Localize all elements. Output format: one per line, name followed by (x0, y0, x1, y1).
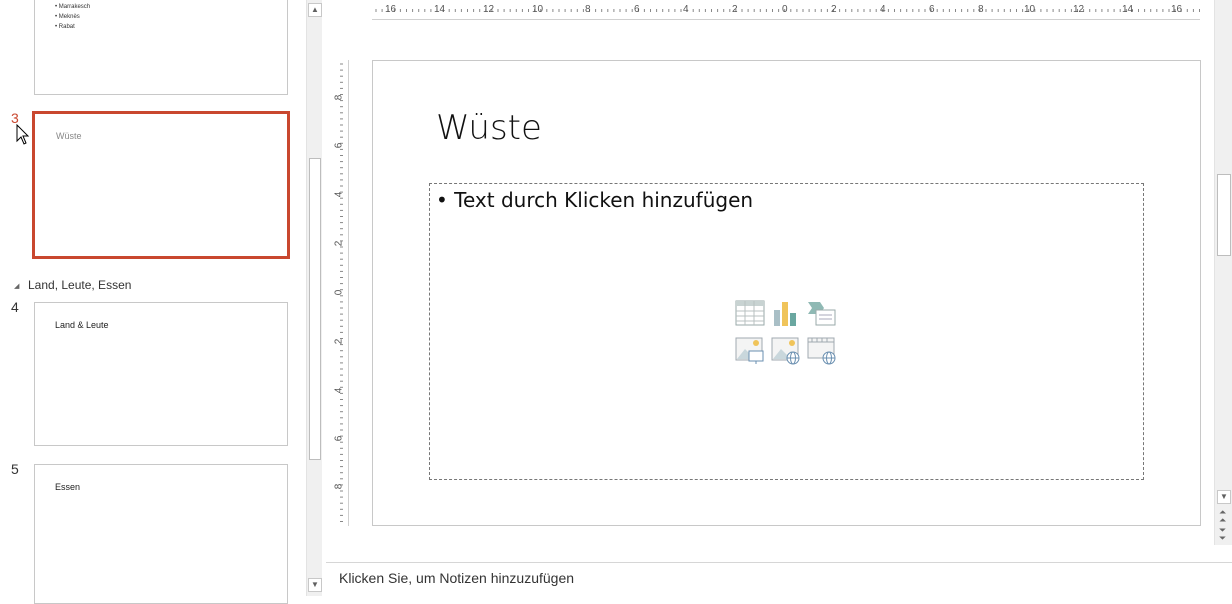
thumbnail-bullet: Meknès (55, 12, 90, 22)
ruler-label: 14 (1122, 4, 1134, 15)
ruler-label: 4 (333, 387, 345, 394)
section-collapse-icon[interactable]: ◢ (14, 282, 19, 290)
table-icon[interactable] (735, 300, 765, 328)
slide-title[interactable]: Wüste (436, 108, 542, 148)
scrollbar-thumb[interactable] (1217, 174, 1231, 256)
ruler-label: 8 (333, 483, 345, 490)
smartart-icon[interactable] (806, 300, 836, 328)
next-slide-icon[interactable]: ⏷ ⏷ (1219, 526, 1226, 543)
placeholder-text[interactable]: • Text durch Klicken hinzufügen (436, 188, 753, 212)
ruler-label: 2 (333, 338, 345, 345)
ruler-label: 2 (831, 4, 837, 15)
notes-placeholder[interactable]: Klicken Sie, um Notizen hinzuzufügen (339, 570, 574, 586)
slide-number-5: 5 (11, 461, 19, 477)
ruler-label: 8 (333, 94, 345, 101)
slide-thumbnail-3[interactable]: Wüste (32, 111, 290, 259)
scroll-up-arrow-icon[interactable]: ▲ (308, 3, 322, 17)
previous-slide-icon[interactable]: ⏶ ⏶ (1219, 508, 1226, 525)
section-header[interactable]: Land, Leute, Essen (28, 278, 131, 292)
slide-number-4: 4 (11, 299, 19, 315)
ruler-label: 0 (782, 4, 788, 15)
ruler-label: 8 (978, 4, 984, 15)
ruler-label: 4 (333, 191, 345, 198)
thumbnail-scrollbar[interactable]: ▲ ▼ (306, 0, 322, 596)
ruler-label: 6 (634, 4, 640, 15)
ruler-label: 6 (333, 435, 345, 442)
content-placeholder[interactable] (429, 183, 1144, 480)
video-icon[interactable] (807, 337, 837, 365)
thumbnail-bullet: Rabat (55, 22, 90, 32)
slide-thumbnail-2[interactable]: Marrakesch Meknès Rabat (34, 0, 288, 95)
ruler-label: 16 (385, 4, 397, 15)
scroll-down-arrow-icon[interactable]: ▼ (1217, 490, 1231, 504)
online-picture-icon[interactable] (771, 337, 801, 365)
picture-icon[interactable] (735, 337, 765, 365)
thumbnail-title: Wüste (56, 131, 82, 141)
ruler-label: 0 (333, 289, 345, 296)
thumbnail-pane: Marrakesch Meknès Rabat 3 Wüste ◢ Land, … (0, 0, 306, 604)
thumbnail-title: Land & Leute (55, 320, 109, 330)
horizontal-ruler: 16 14 12 10 8 6 4 2 0 2 4 6 8 10 12 14 1… (372, 2, 1200, 20)
ruler-label: 4 (880, 4, 886, 15)
slide-scrollbar[interactable]: ▼ ⏶ ⏶ ⏷ ⏷ (1214, 0, 1232, 545)
ruler-label: 4 (683, 4, 689, 15)
ruler-label: 2 (333, 240, 345, 247)
ruler-label: 16 (1171, 4, 1183, 15)
ruler-label: 10 (1024, 4, 1036, 15)
slide-thumbnail-4[interactable]: Land & Leute (34, 302, 288, 446)
ruler-label: 8 (585, 4, 591, 15)
ruler-label: 10 (532, 4, 544, 15)
mouse-pointer-icon (16, 124, 30, 145)
ruler-label: 12 (1073, 4, 1085, 15)
ruler-label: 6 (333, 142, 345, 149)
scrollbar-thumb[interactable] (309, 158, 321, 460)
slide-thumbnail-5[interactable]: Essen (34, 464, 288, 604)
thumbnail-bullet: Marrakesch (55, 2, 90, 12)
ruler-label: 2 (732, 4, 738, 15)
vertical-ruler: 8 6 4 2 0 2 4 6 8 (333, 60, 349, 526)
ruler-label: 14 (434, 4, 446, 15)
ruler-label: 12 (483, 4, 495, 15)
scroll-down-arrow-icon[interactable]: ▼ (308, 578, 322, 592)
thumbnail-bullet-list: Marrakesch Meknès Rabat (55, 2, 90, 32)
chart-icon[interactable] (771, 300, 801, 328)
ruler-label: 6 (929, 4, 935, 15)
thumbnail-title: Essen (55, 482, 81, 492)
